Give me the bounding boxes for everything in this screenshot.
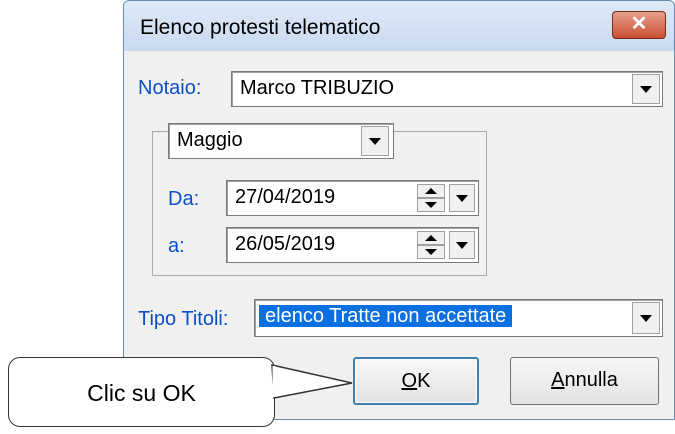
callout-pointer xyxy=(271,364,353,399)
